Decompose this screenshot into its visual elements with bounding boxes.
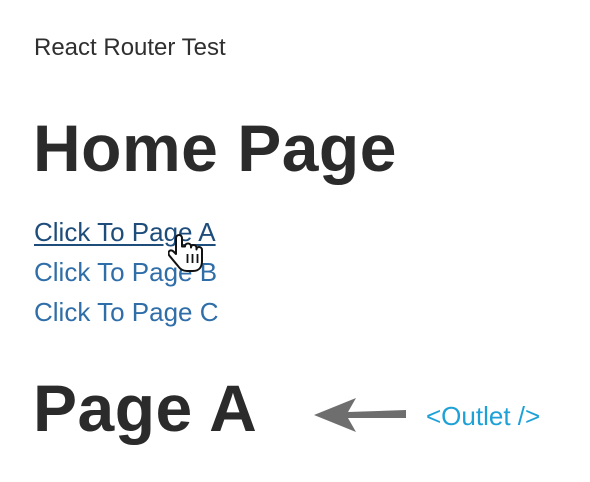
home-page-heading: Home Page <box>33 111 397 185</box>
app-title: React Router Test <box>34 34 226 61</box>
link-page-c[interactable]: Click To Page C <box>34 292 219 332</box>
outlet-annotation: <Outlet /> <box>426 401 541 431</box>
hand-pointer-icon <box>168 234 203 272</box>
arrow-left-icon <box>314 398 406 432</box>
outlet-page-heading: Page A <box>33 371 258 445</box>
